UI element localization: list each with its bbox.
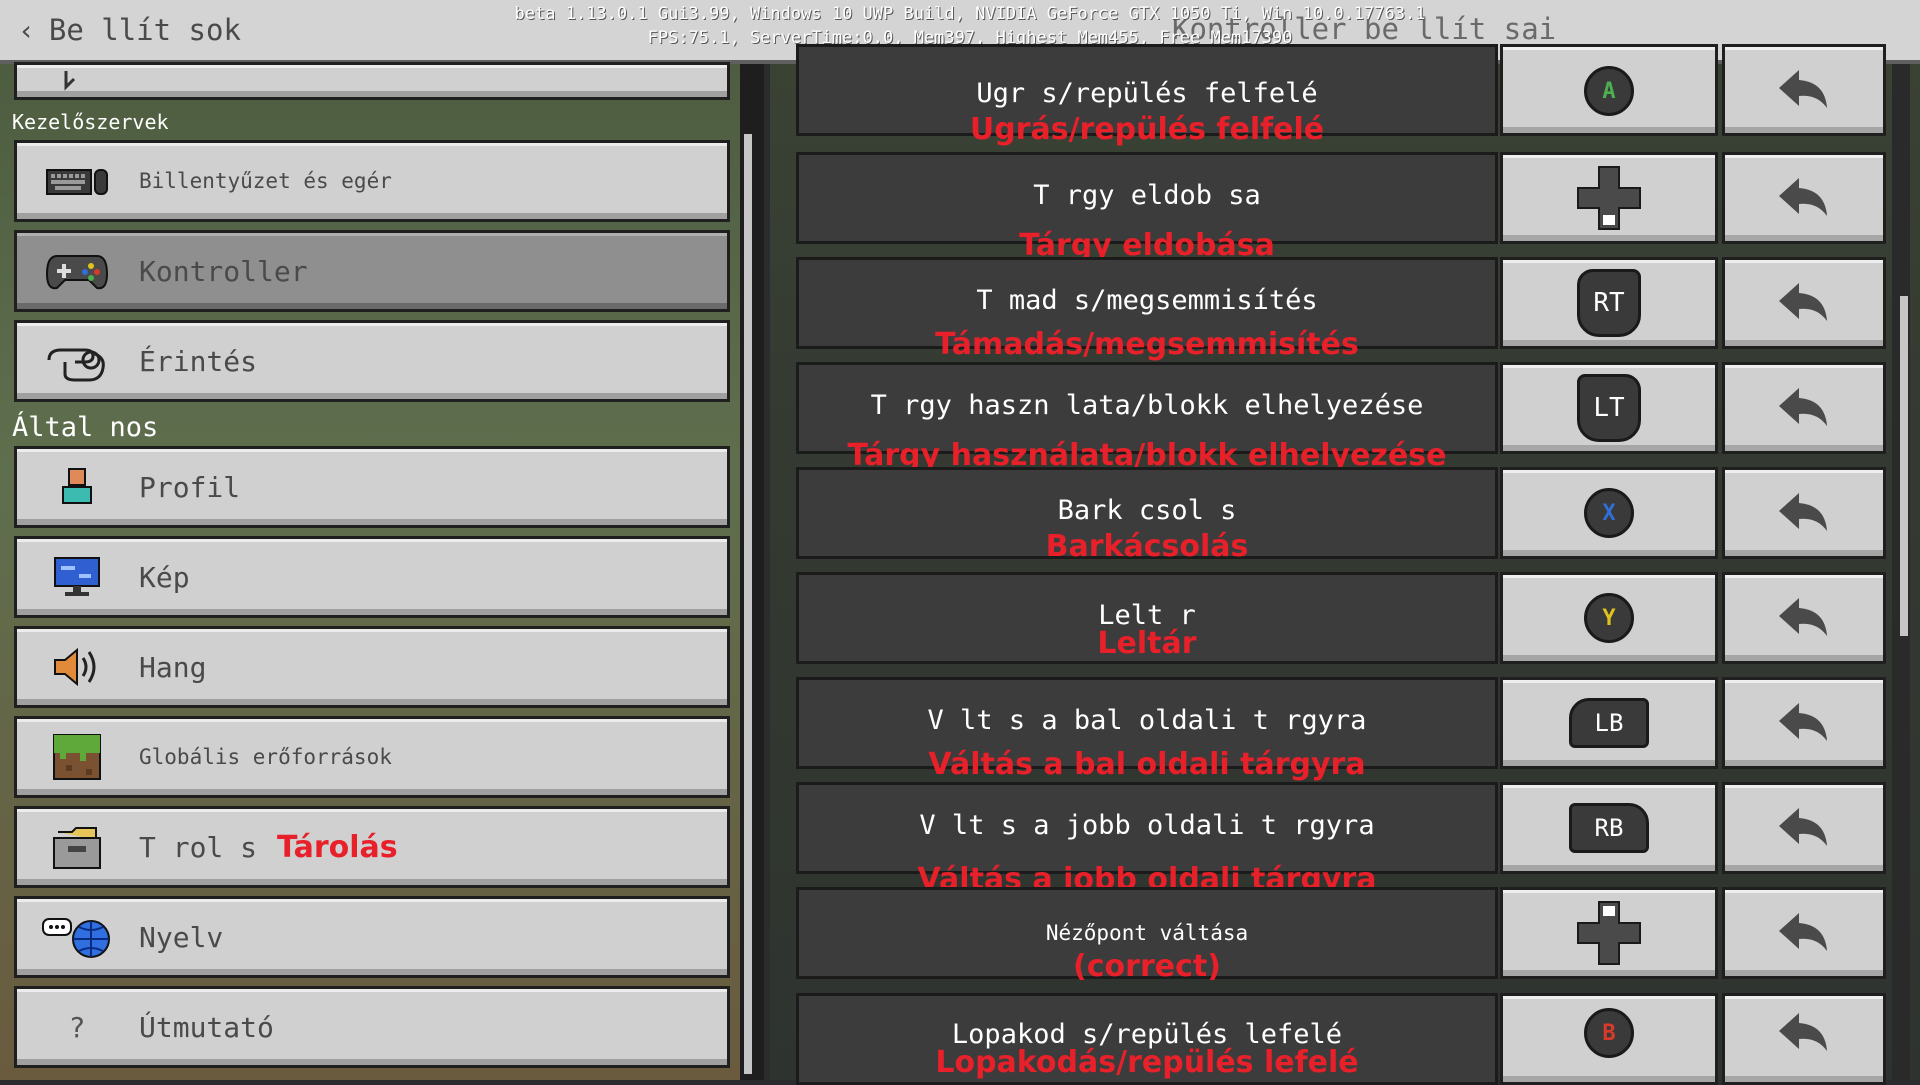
translation-annotation: Barkácsolás (1045, 529, 1249, 564)
bindings-scrollbar[interactable] (1900, 296, 1908, 636)
reset-arrow-icon (1779, 283, 1827, 321)
dpad-down-icon (1577, 166, 1641, 230)
binding-button-cycle-left[interactable]: LB (1500, 677, 1718, 769)
reset-button[interactable] (1722, 993, 1886, 1085)
sidebar-item-help[interactable]: ? Útmutató (14, 986, 730, 1068)
translation-annotation: Tárolás (277, 829, 398, 865)
keyboard-mouse-icon (27, 151, 127, 211)
reset-arrow-icon (1779, 178, 1827, 216)
pencil-icon (27, 51, 127, 111)
gamepad-b-button-icon: B (1584, 1008, 1634, 1058)
binding-button-jump[interactable]: A (1500, 44, 1718, 136)
binding-name: V lt s a jobb oldali t rgyra (919, 810, 1375, 841)
sidebar-item-label: Globális erőforrások (139, 745, 392, 769)
reset-button[interactable] (1722, 887, 1886, 979)
sidebar-item-label: Nyelv (139, 920, 224, 954)
translation-annotation: Lopakodás/repülés lefelé (935, 1045, 1359, 1080)
sidebar-item-label: Kontroller (139, 254, 308, 288)
left-bumper-icon: LB (1569, 698, 1649, 748)
grass-block-icon (27, 727, 127, 787)
binding-name: T rgy haszn lata/blokk elhelyezése (870, 390, 1424, 421)
sidebar-item-global-resources[interactable]: Globális erőforrások (14, 716, 730, 798)
binding-button-cycle-right[interactable]: RB (1500, 782, 1718, 874)
reset-arrow-icon (1779, 913, 1827, 951)
binding-name: Bark csol s (1057, 495, 1237, 526)
binding-button-sneak[interactable]: B (1500, 993, 1718, 1085)
sidebar-item-keyboard[interactable]: Billentyűzet és egér (14, 140, 730, 222)
reset-arrow-icon (1779, 808, 1827, 846)
sidebar-item-profile[interactable]: Profil (14, 446, 730, 528)
translation-annotation: Leltár (1097, 626, 1197, 661)
back-button[interactable]: ‹ Be llít sok (18, 10, 241, 50)
debug-line-1: beta 1.13.0.1 Gui3.99, Windows 10 UWP Bu… (514, 4, 1426, 24)
dpad-up-icon (1577, 901, 1641, 965)
speaker-icon (27, 637, 127, 697)
sidebar-item-storage[interactable]: T rol s Tárolás (14, 806, 730, 888)
reset-arrow-icon (1779, 493, 1827, 531)
reset-button[interactable] (1722, 362, 1886, 454)
back-label: Be llít sok (48, 13, 241, 47)
sidebar-item-partial[interactable] (14, 62, 730, 100)
monitor-icon (27, 547, 127, 607)
reset-button[interactable] (1722, 257, 1886, 349)
binding-button-attack[interactable]: RT (1500, 257, 1718, 349)
sidebar-item-sound[interactable]: Hang (14, 626, 730, 708)
sidebar-item-controller[interactable]: Kontroller (14, 230, 730, 312)
reset-button[interactable] (1722, 572, 1886, 664)
gamepad-a-button-icon: A (1584, 66, 1634, 116)
reset-arrow-icon (1779, 388, 1827, 426)
sidebar-item-label: Útmutató (139, 1010, 274, 1044)
binding-name: T mad s/megsemmisítés (976, 285, 1318, 316)
debug-overlay: beta 1.13.0.1 Gui3.99, Windows 10 UWP Bu… (440, 2, 1500, 50)
translation-annotation: Ugrás/repülés felfelé (969, 112, 1325, 147)
binding-name: Ugr s/repülés felfelé (976, 78, 1318, 109)
sidebar-item-label: Érintés (139, 344, 258, 378)
sidebar-item-label: Profil (139, 470, 241, 504)
binding-name: T rgy eldob sa (1033, 180, 1261, 211)
storage-box-icon (27, 817, 127, 877)
gamepad-x-button-icon: X (1584, 488, 1634, 538)
binding-button-change-camera[interactable] (1500, 887, 1718, 979)
chevron-left-icon: ‹ (18, 13, 35, 47)
right-trigger-icon: RT (1577, 269, 1641, 337)
reset-arrow-icon (1779, 598, 1827, 636)
section-label-general: Által nos (12, 412, 159, 443)
sidebar-item-label: T rol s (139, 830, 258, 864)
section-label-controls: Kezelőszervek (12, 110, 169, 134)
gamepad-icon (27, 241, 127, 301)
left-trigger-icon: LT (1577, 374, 1641, 442)
binding-name: Nézőpont váltása (1045, 921, 1249, 945)
sidebar-item-label: Kép (139, 560, 190, 594)
right-bumper-icon: RB (1569, 803, 1649, 853)
reset-button[interactable] (1722, 467, 1886, 559)
reset-button[interactable] (1722, 782, 1886, 874)
sidebar-item-touch[interactable]: Érintés (14, 320, 730, 402)
sidebar-scrollbar[interactable] (744, 134, 752, 1074)
binding-button-drop-item[interactable] (1500, 152, 1718, 244)
translation-annotation: Váltás a bal oldali tárgyra (928, 747, 1366, 782)
profile-icon (27, 457, 127, 517)
reset-arrow-icon (1779, 703, 1827, 741)
binding-button-inventory[interactable]: Y (1500, 572, 1718, 664)
translation-annotation: Támadás/megsemmisítés (935, 327, 1359, 362)
reset-button[interactable] (1722, 44, 1886, 136)
binding-button-use-item[interactable]: LT (1500, 362, 1718, 454)
reset-button[interactable] (1722, 677, 1886, 769)
translation-annotation: (correct) (1073, 949, 1221, 984)
sidebar-item-video[interactable]: Kép (14, 536, 730, 618)
reset-arrow-icon (1779, 1013, 1827, 1051)
reset-button[interactable] (1722, 152, 1886, 244)
sidebar-item-label: Billentyűzet és egér (139, 169, 392, 193)
binding-button-crafting[interactable]: X (1500, 467, 1718, 559)
help-question-icon: ? (68, 1010, 86, 1044)
touch-hand-icon (27, 331, 127, 391)
sidebar-item-language[interactable]: Nyelv (14, 896, 730, 978)
gamepad-y-button-icon: Y (1584, 593, 1634, 643)
language-globe-icon (27, 907, 127, 967)
reset-arrow-icon (1779, 70, 1827, 108)
sidebar-item-label: Hang (139, 650, 207, 684)
binding-name: V lt s a bal oldali t rgyra (927, 705, 1367, 736)
